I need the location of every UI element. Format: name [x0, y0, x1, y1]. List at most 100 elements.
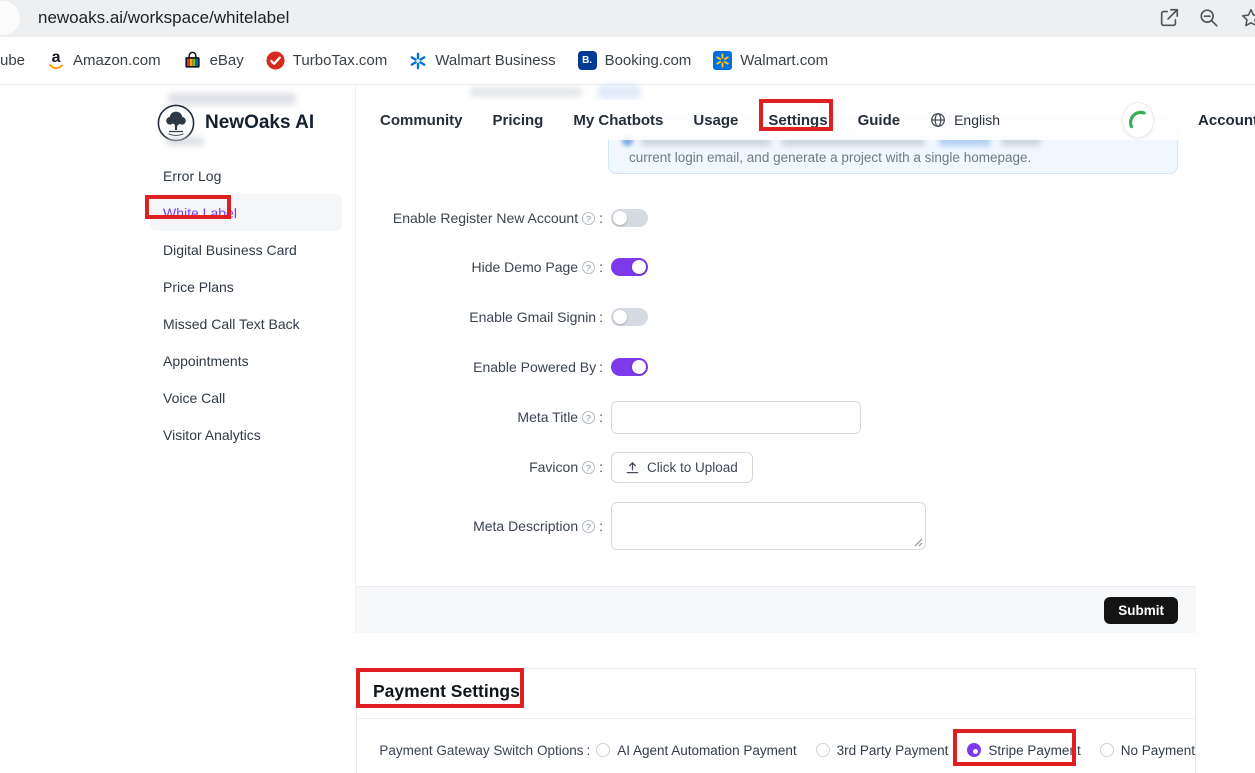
radio-circle — [596, 743, 610, 757]
account-avatar[interactable] — [1122, 102, 1154, 138]
field-label: Favicon — [529, 459, 578, 475]
help-icon[interactable]: ? — [581, 519, 596, 534]
bookmark-label: Walmart.com — [740, 52, 828, 69]
bookmark-label: ube — [0, 52, 25, 69]
payment-settings-panel: Payment Settings Payment Gateway Switch … — [356, 668, 1196, 773]
upload-icon — [626, 461, 639, 474]
bookmark-label: Walmart Business — [435, 52, 555, 69]
amazon-icon: a — [47, 51, 65, 70]
brand-name: NewOaks AI — [205, 112, 314, 134]
help-icon[interactable]: ? — [581, 211, 596, 226]
toggle-enable-gmail-signin[interactable] — [611, 308, 648, 326]
form-row-hide-demo: Hide Demo Page?: — [356, 250, 976, 284]
zoom-out-icon[interactable] — [1198, 7, 1220, 29]
bookmark-label: Booking.com — [605, 52, 692, 69]
sidebar-item-digital-business-card[interactable]: Digital Business Card — [150, 231, 342, 268]
bookmark-amazon[interactable]: a Amazon.com — [47, 51, 161, 70]
booking-icon: B. — [578, 51, 597, 70]
radio-circle-selected — [967, 743, 981, 757]
bookmark-youtube-partial[interactable]: ube — [0, 52, 25, 69]
language-label: English — [954, 112, 1000, 128]
form-row-enable-register: Enable Register New Account?: — [356, 201, 976, 235]
browser-address-bar: newoaks.ai/workspace/whitelabel — [0, 0, 1255, 37]
radio-no-payment[interactable]: No Payment — [1100, 743, 1195, 758]
radio-circle — [816, 743, 830, 757]
bookmark-walmart-com[interactable]: Walmart.com — [713, 51, 828, 70]
radio-stripe-payment[interactable]: Stripe Payment — [967, 743, 1080, 758]
redacted-text — [470, 87, 582, 97]
walmart-square-icon — [713, 51, 732, 70]
radio-circle — [1100, 743, 1114, 757]
sidebar-item-error-log[interactable]: Error Log — [150, 157, 342, 194]
meta-description-textarea[interactable] — [611, 502, 926, 550]
redacted-text — [166, 137, 204, 146]
sidebar-item-missed-call-text-back[interactable]: Missed Call Text Back — [150, 305, 342, 342]
payment-gateway-radio-group: AI Agent Automation Payment 3rd Party Pa… — [596, 743, 1195, 758]
nav-pricing[interactable]: Pricing — [493, 112, 544, 129]
favicon-upload-button[interactable]: Click to Upload — [611, 452, 753, 483]
nav-community[interactable]: Community — [380, 112, 463, 129]
bookmark-booking[interactable]: B. Booking.com — [578, 51, 692, 70]
toggle-enable-powered-by[interactable] — [611, 358, 648, 376]
field-label: Meta Description — [473, 518, 578, 534]
sidebar-item-white-label[interactable]: White Label — [150, 194, 342, 231]
address-bar-stub — [0, 1, 20, 35]
field-label: Enable Powered By — [473, 359, 596, 375]
form-row-meta-title: Meta Title?: — [356, 400, 976, 434]
payment-gateway-row: Payment Gateway Switch Options: AI Agent… — [357, 738, 1195, 762]
ebay-bag-icon — [183, 51, 202, 70]
field-label: Hide Demo Page — [471, 259, 578, 275]
field-label: Meta Title — [517, 409, 578, 425]
bookmark-label: TurboTax.com — [293, 52, 387, 69]
star-favorite-icon[interactable] — [1240, 7, 1255, 29]
field-label: Enable Register New Account — [393, 210, 578, 226]
bookmarks-bar: ube a Amazon.com eBay — [0, 37, 1255, 85]
nav-guide[interactable]: Guide — [858, 112, 901, 129]
help-icon[interactable]: ? — [581, 410, 596, 425]
sidebar-menu: Error Log White Label Digital Business C… — [150, 157, 342, 453]
meta-title-input[interactable] — [611, 401, 861, 434]
sidebar-item-visitor-analytics[interactable]: Visitor Analytics — [150, 416, 342, 453]
payment-settings-title: Payment Settings — [373, 681, 520, 701]
url-text[interactable]: newoaks.ai/workspace/whitelabel — [38, 8, 289, 28]
workspace-nav: Community Pricing My Chatbots Usage Sett… — [356, 100, 1255, 140]
language-selector[interactable]: English — [930, 112, 1000, 128]
info-banner-text: current login email, and generate a proj… — [629, 150, 1031, 165]
nav-settings[interactable]: Settings — [768, 112, 827, 129]
form-row-meta-description: Meta Description?: — [356, 502, 976, 550]
radio-ai-agent-automation-payment[interactable]: AI Agent Automation Payment — [596, 743, 796, 758]
field-label: Payment Gateway Switch Options — [379, 743, 583, 758]
divider — [357, 718, 1195, 719]
globe-icon — [930, 112, 946, 128]
submit-button[interactable]: Submit — [1104, 597, 1178, 624]
sidebar: NewOaks AI Error Log White Label Digital… — [0, 85, 356, 633]
account-link[interactable]: Account → — [1198, 112, 1255, 129]
redacted-toggle — [597, 84, 641, 100]
form-row-powered-by: Enable Powered By: — [356, 350, 976, 384]
bookmark-turbotax[interactable]: TurboTax.com — [266, 51, 387, 70]
nav-usage[interactable]: Usage — [693, 112, 738, 129]
sidebar-item-price-plans[interactable]: Price Plans — [150, 268, 342, 305]
bookmark-label: Amazon.com — [73, 52, 161, 69]
payment-title-wrap: Payment Settings — [373, 681, 520, 702]
bookmark-ebay[interactable]: eBay — [183, 51, 244, 70]
help-icon[interactable]: ? — [581, 460, 596, 475]
help-icon[interactable]: ? — [581, 260, 596, 275]
field-label: Enable Gmail Signin — [469, 309, 596, 325]
walmart-spark-icon — [409, 52, 427, 70]
green-arc-icon — [1123, 105, 1153, 135]
turbotax-check-icon — [266, 51, 285, 70]
share-icon[interactable] — [1158, 7, 1180, 29]
bookmark-walmart-business[interactable]: Walmart Business — [409, 52, 555, 70]
radio-3rd-party-payment[interactable]: 3rd Party Payment — [816, 743, 949, 758]
browser-actions — [1158, 7, 1220, 29]
form-footer: Submit — [356, 586, 1196, 633]
nav-my-chatbots[interactable]: My Chatbots — [573, 112, 663, 129]
toggle-hide-demo-page[interactable] — [611, 258, 648, 276]
bookmark-label: eBay — [210, 52, 244, 69]
form-row-favicon: Favicon?: Click to Upload — [356, 450, 976, 484]
toggle-enable-register-new-account[interactable] — [611, 209, 648, 227]
sidebar-item-appointments[interactable]: Appointments — [150, 342, 342, 379]
form-row-gmail-signin: Enable Gmail Signin: — [356, 300, 976, 334]
sidebar-item-voice-call[interactable]: Voice Call — [150, 379, 342, 416]
